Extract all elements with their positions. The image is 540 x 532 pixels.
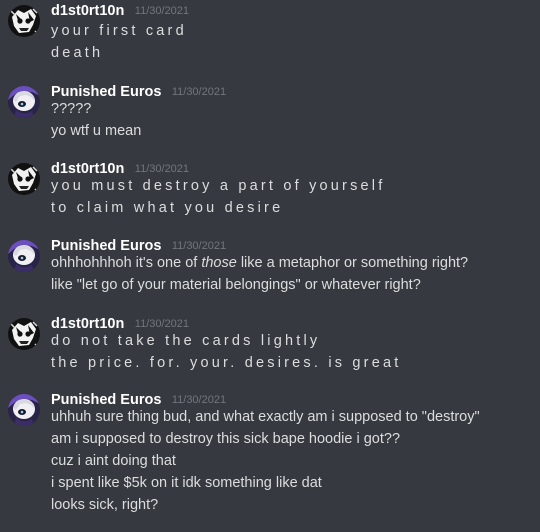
- username[interactable]: Punished Euros: [51, 392, 161, 408]
- message-text: you must destroy a part of yourself: [51, 178, 386, 194]
- anime-girl-avatar-icon[interactable]: [8, 240, 40, 272]
- message-header: d1st0rt10n 11/30/2021: [51, 2, 189, 22]
- message-header: Punished Euros 11/30/2021: [51, 391, 226, 411]
- message-text: do not take the cards lightly: [51, 333, 321, 349]
- timestamp: 11/30/2021: [171, 86, 227, 98]
- emphasized-text: those: [201, 255, 237, 271]
- anime-girl-avatar-icon[interactable]: [8, 86, 40, 118]
- username[interactable]: d1st0rt10n: [51, 316, 124, 332]
- message-text: ?????: [51, 101, 92, 117]
- message-text: the price. for. your. desires. is great: [51, 355, 402, 371]
- message-text: ohhhohhhoh it's one of those like a meta…: [51, 255, 468, 271]
- message-text: looks sick, right?: [51, 497, 159, 513]
- message-text: yo wtf u mean: [51, 123, 142, 139]
- message-header: Punished Euros 11/30/2021: [51, 237, 226, 257]
- message-text-part: ohhhohhhoh it's one of: [51, 255, 202, 271]
- message-text: cuz i aint doing that: [51, 453, 176, 469]
- timestamp: 11/30/2021: [171, 394, 227, 406]
- message-text: to claim what you desire: [51, 200, 284, 216]
- message-text: uhhuh sure thing bud, and what exactly a…: [51, 409, 480, 425]
- anime-girl-avatar-icon[interactable]: [8, 394, 40, 426]
- message-text: like "let go of your material belongings…: [51, 277, 421, 293]
- skull-avatar-icon[interactable]: [8, 5, 40, 37]
- timestamp: 11/30/2021: [134, 5, 190, 17]
- message-text: i spent like $5k on it idk something lik…: [51, 475, 322, 491]
- timestamp: 11/30/2021: [134, 163, 190, 175]
- message-text-part: like a metaphor or something right?: [236, 255, 469, 271]
- timestamp: 11/30/2021: [134, 318, 190, 330]
- message-header: d1st0rt10n 11/30/2021: [51, 315, 189, 335]
- username[interactable]: d1st0rt10n: [51, 3, 124, 19]
- message-header: Punished Euros 11/30/2021: [51, 83, 226, 103]
- username[interactable]: d1st0rt10n: [51, 161, 124, 177]
- username[interactable]: Punished Euros: [51, 238, 161, 254]
- chat-message-list: d1st0rt10n 11/30/2021 your first card de…: [0, 0, 540, 532]
- message-text: your first card: [51, 23, 187, 39]
- message-text: am i supposed to destroy this sick bape …: [51, 431, 401, 447]
- timestamp: 11/30/2021: [171, 240, 227, 252]
- username[interactable]: Punished Euros: [51, 84, 161, 100]
- skull-avatar-icon[interactable]: [8, 163, 40, 195]
- message-text: death: [51, 45, 104, 61]
- message-header: d1st0rt10n 11/30/2021: [51, 160, 189, 180]
- skull-avatar-icon[interactable]: [8, 318, 40, 350]
